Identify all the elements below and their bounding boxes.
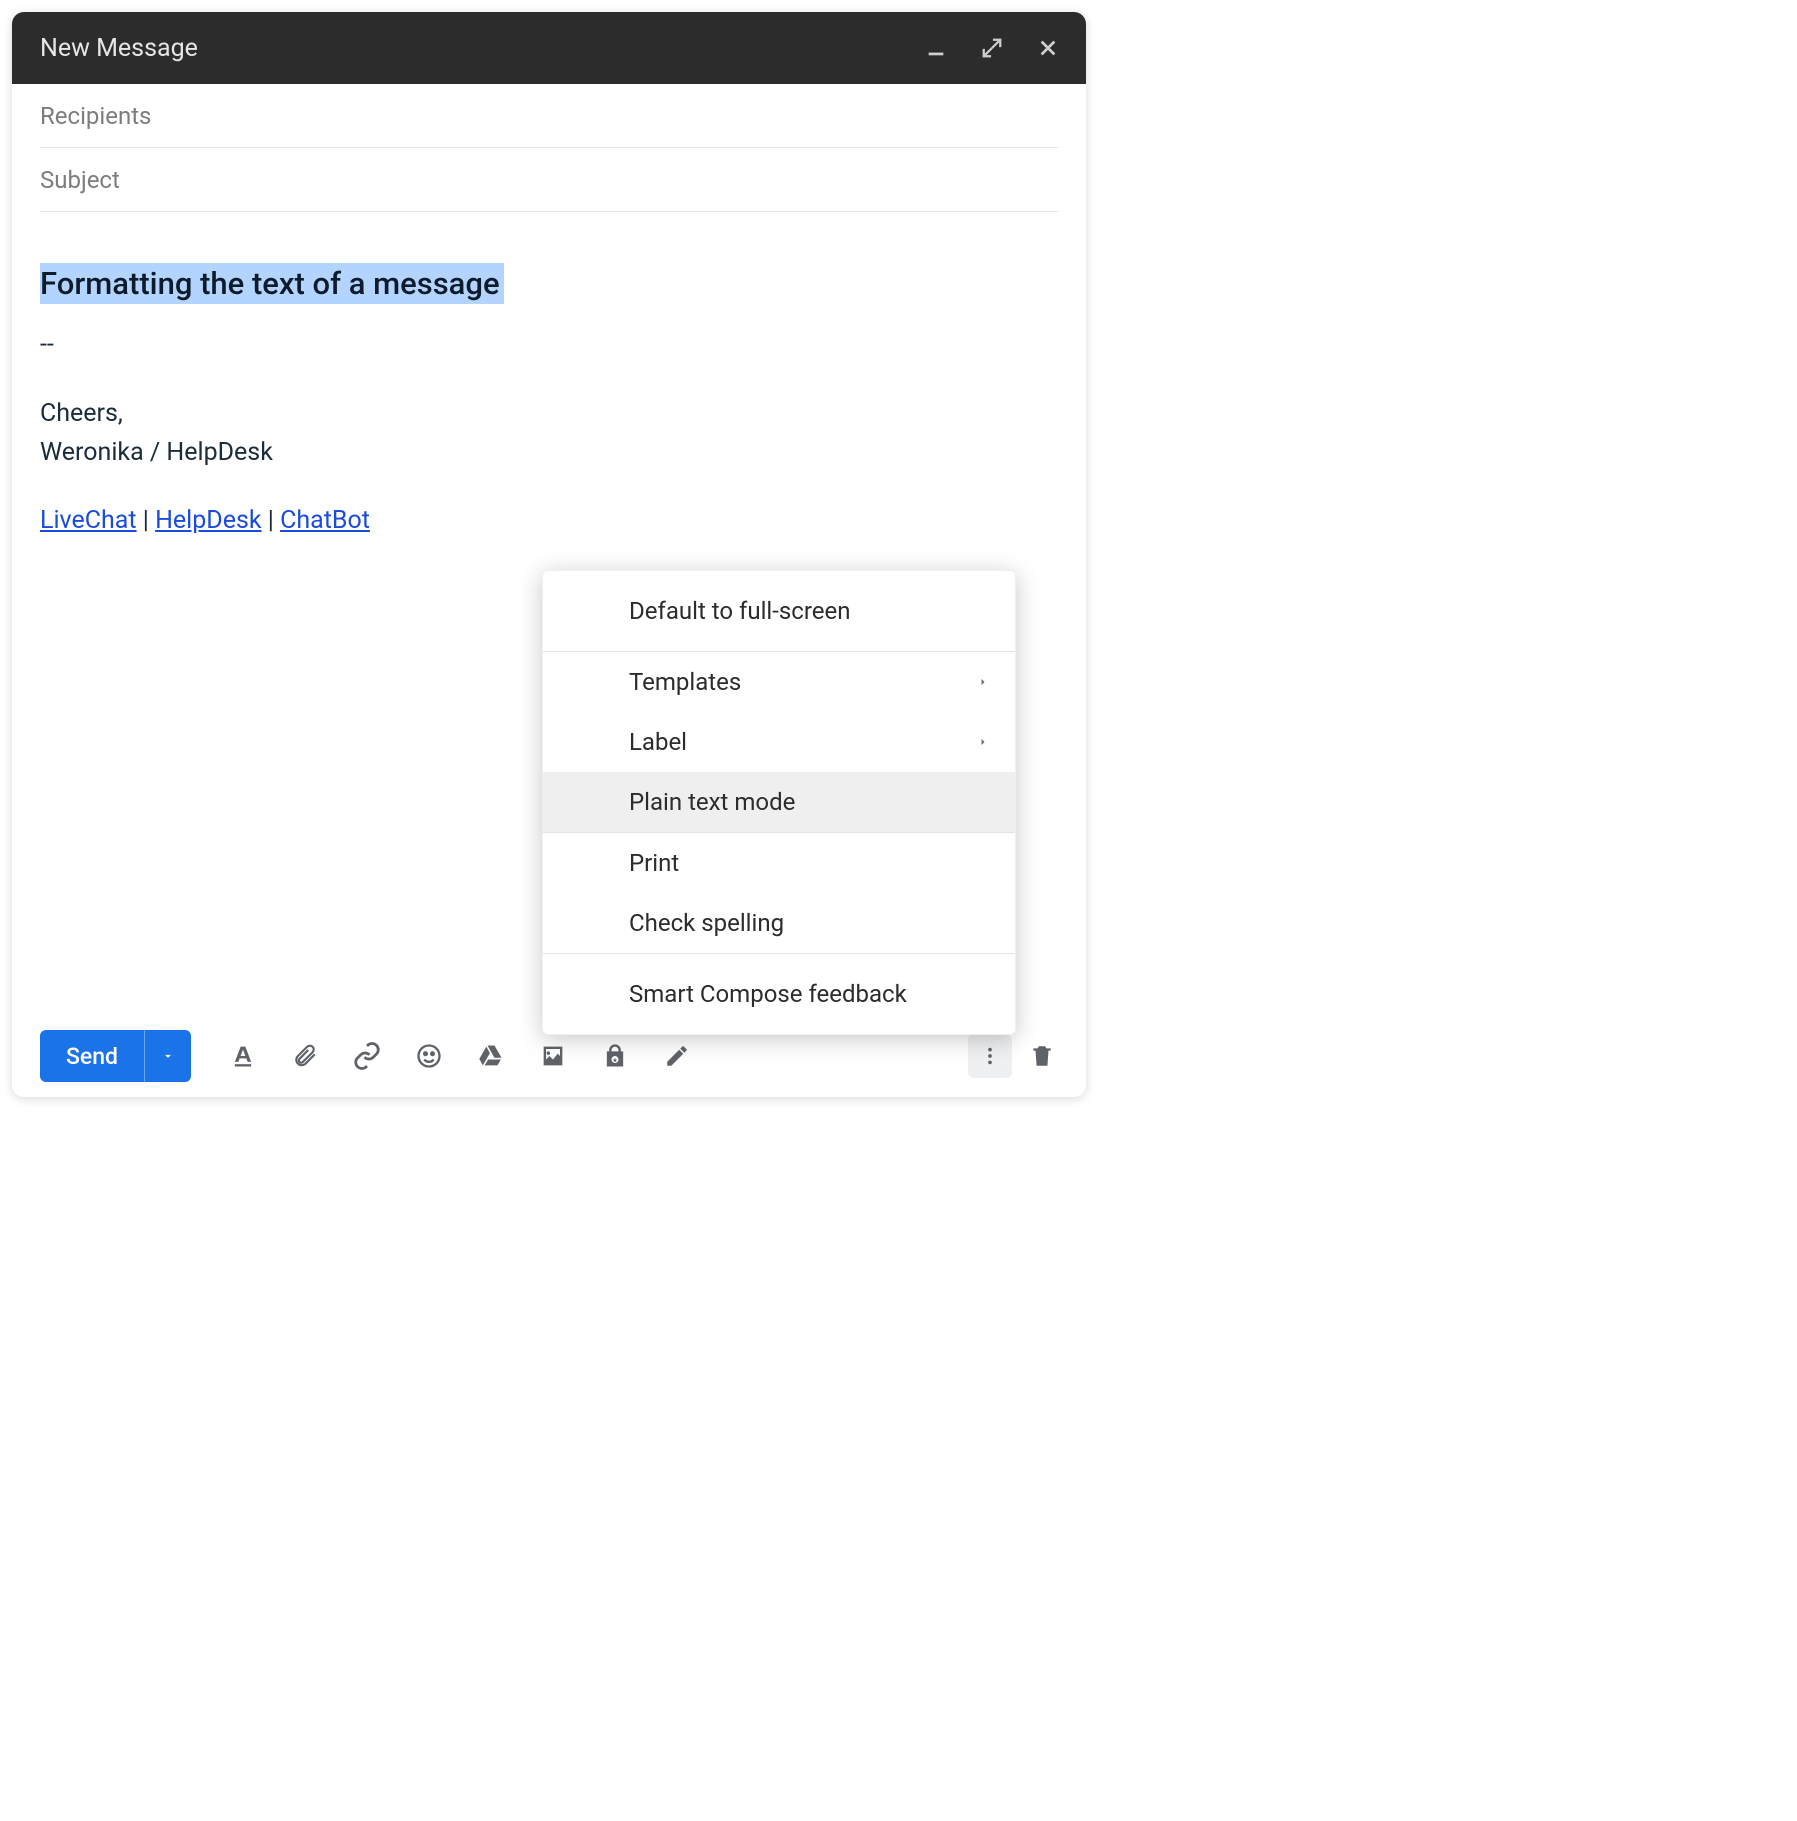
link-livechat[interactable]: LiveChat bbox=[40, 506, 137, 535]
subject-placeholder: Subject bbox=[40, 166, 120, 194]
formatting-icon[interactable] bbox=[215, 1030, 271, 1082]
more-options-button[interactable] bbox=[968, 1034, 1012, 1078]
link-separator: | bbox=[262, 506, 281, 535]
attach-icon[interactable] bbox=[277, 1030, 333, 1082]
menu-default-fullscreen[interactable]: Default to full-screen bbox=[543, 571, 1015, 651]
titlebar: New Message bbox=[12, 12, 1086, 84]
toolbar-right bbox=[968, 1034, 1064, 1078]
link-separator: | bbox=[137, 506, 156, 535]
send-button[interactable]: Send bbox=[40, 1030, 145, 1082]
subject-field[interactable]: Subject bbox=[40, 148, 1058, 212]
compose-window: New Message Recipients Subject bbox=[12, 12, 1086, 1097]
window-title: New Message bbox=[40, 34, 922, 63]
toolbar-icons bbox=[215, 1030, 705, 1082]
menu-label: Default to full-screen bbox=[629, 597, 850, 625]
selected-text: Formatting the text of a message bbox=[40, 263, 504, 304]
link-chatbot[interactable]: ChatBot bbox=[280, 506, 370, 535]
link-icon[interactable] bbox=[339, 1030, 395, 1082]
menu-plain-text[interactable]: Plain text mode bbox=[543, 772, 1015, 832]
link-helpdesk[interactable]: HelpDesk bbox=[155, 506, 261, 535]
minimize-icon[interactable] bbox=[922, 34, 950, 62]
close-icon[interactable] bbox=[1034, 34, 1062, 62]
menu-label-item[interactable]: Label bbox=[543, 712, 1015, 772]
fullscreen-icon[interactable] bbox=[978, 34, 1006, 62]
image-icon[interactable] bbox=[525, 1030, 581, 1082]
menu-print[interactable]: Print bbox=[543, 833, 1015, 893]
header-fields: Recipients Subject bbox=[12, 84, 1086, 212]
send-options-button[interactable] bbox=[145, 1030, 191, 1082]
confidential-icon[interactable] bbox=[587, 1030, 643, 1082]
signature-block: Cheers, Weronika / HelpDesk bbox=[40, 395, 1058, 473]
signature-separator: -- bbox=[40, 326, 1058, 365]
drive-icon[interactable] bbox=[463, 1030, 519, 1082]
chevron-right-icon bbox=[977, 676, 989, 688]
emoji-icon[interactable] bbox=[401, 1030, 457, 1082]
menu-label: Templates bbox=[629, 668, 741, 696]
menu-smart-compose[interactable]: Smart Compose feedback bbox=[543, 954, 1015, 1034]
more-options-menu: Default to full-screen Templates Label P… bbox=[542, 570, 1016, 1035]
body-selected-line: Formatting the text of a message bbox=[40, 260, 1058, 308]
menu-label: Label bbox=[629, 728, 687, 756]
signature-links: LiveChat | HelpDesk | ChatBot bbox=[40, 502, 1058, 541]
pen-icon[interactable] bbox=[649, 1030, 705, 1082]
discard-button[interactable] bbox=[1020, 1034, 1064, 1078]
menu-label: Check spelling bbox=[629, 909, 784, 937]
recipients-field[interactable]: Recipients bbox=[40, 84, 1058, 148]
menu-label: Plain text mode bbox=[629, 788, 795, 816]
recipients-placeholder: Recipients bbox=[40, 102, 151, 130]
menu-label: Smart Compose feedback bbox=[629, 980, 907, 1008]
menu-templates[interactable]: Templates bbox=[543, 652, 1015, 712]
signature-line-1: Cheers, bbox=[40, 395, 1058, 434]
menu-label: Print bbox=[629, 849, 679, 877]
signature-line-2: Weronika / HelpDesk bbox=[40, 434, 1058, 473]
menu-check-spelling[interactable]: Check spelling bbox=[543, 893, 1015, 953]
window-controls bbox=[922, 34, 1062, 62]
chevron-right-icon bbox=[977, 736, 989, 748]
send-group: Send bbox=[40, 1030, 191, 1082]
